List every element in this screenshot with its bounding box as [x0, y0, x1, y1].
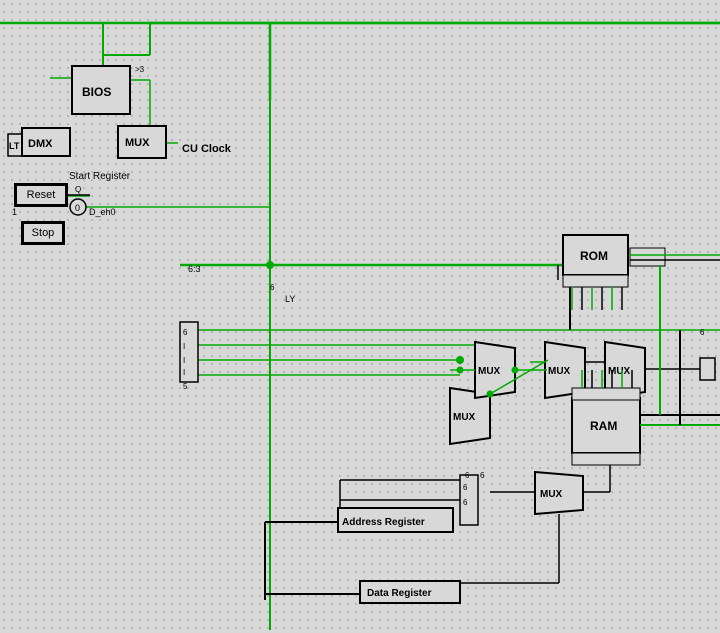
svg-text:6: 6 — [463, 498, 468, 507]
svg-text:MUX: MUX — [478, 366, 501, 377]
svg-text:I: I — [183, 368, 185, 377]
svg-text:ROM: ROM — [580, 249, 608, 263]
svg-text:LT: LT — [9, 141, 20, 151]
stop-button[interactable]: Stop — [22, 222, 64, 244]
stop-label: Stop — [32, 227, 55, 239]
reset-button[interactable]: Reset — [15, 184, 67, 206]
svg-text:6: 6 — [463, 483, 468, 492]
svg-text:6: 6 — [700, 328, 705, 337]
svg-text:BIOS: BIOS — [82, 85, 111, 99]
svg-text:I: I — [183, 342, 185, 351]
svg-text:6: 6 — [465, 471, 470, 480]
svg-text:MUX: MUX — [125, 137, 150, 149]
svg-text:LY: LY — [285, 294, 295, 304]
svg-text:6: 6 — [183, 328, 188, 337]
svg-text:6: 6 — [270, 283, 275, 292]
svg-text:Address Register: Address Register — [342, 517, 425, 528]
svg-text:Q: Q — [75, 185, 81, 194]
svg-text:I: I — [183, 356, 185, 365]
svg-text:CU Clock: CU Clock — [182, 143, 232, 155]
svg-text:MUX: MUX — [453, 412, 476, 423]
svg-text:1: 1 — [12, 207, 17, 217]
svg-text:6: 6 — [480, 471, 485, 480]
svg-text:RAM: RAM — [590, 419, 617, 433]
svg-text:D_eh0: D_eh0 — [89, 207, 116, 217]
svg-text:MUX: MUX — [540, 489, 563, 500]
svg-text:Data Register: Data Register — [367, 588, 432, 599]
svg-text:DMX: DMX — [28, 138, 53, 150]
svg-text:MUX: MUX — [548, 366, 571, 377]
svg-text:5: 5 — [183, 382, 188, 391]
svg-text:Start Register: Start Register — [69, 171, 131, 182]
svg-text:0: 0 — [75, 203, 80, 213]
svg-text:6:3: 6:3 — [188, 264, 201, 274]
reset-label: Reset — [27, 189, 56, 201]
svg-text:>3: >3 — [135, 65, 145, 74]
